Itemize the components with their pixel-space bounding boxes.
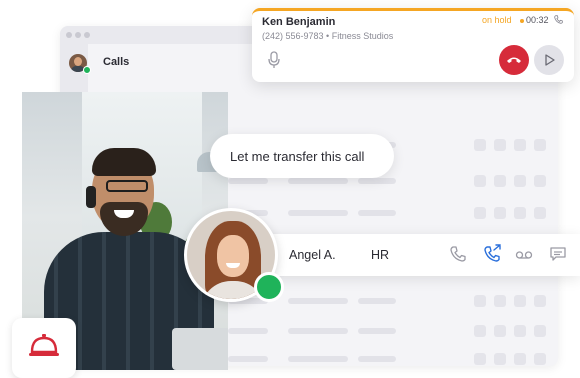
- message-icon[interactable]: [548, 244, 568, 264]
- hangup-button[interactable]: [499, 45, 529, 75]
- list-item[interactable]: [228, 352, 558, 366]
- phone-icon[interactable]: [448, 244, 468, 264]
- list-item[interactable]: [220, 324, 558, 338]
- contact-online-status: [254, 272, 284, 302]
- status-separator-dot: [520, 19, 524, 23]
- window-control-dot[interactable]: [66, 32, 72, 38]
- phone-icon: [554, 15, 563, 24]
- contact-department: HR: [371, 248, 390, 262]
- window-control-dot[interactable]: [75, 32, 81, 38]
- microphone-icon[interactable]: [267, 51, 281, 69]
- call-timer: 00:32: [526, 15, 549, 25]
- contact-name: Angel A.: [289, 248, 336, 262]
- voicemail-icon[interactable]: [514, 244, 534, 264]
- window-control-dot[interactable]: [84, 32, 90, 38]
- caller-name: Ken Benjamin: [262, 16, 336, 28]
- concierge-bell-icon: [29, 334, 59, 356]
- play-icon: [545, 54, 555, 66]
- call-status: on hold: [482, 15, 512, 25]
- hangup-icon: [507, 57, 521, 63]
- concierge-bell-card: [12, 318, 76, 378]
- transfer-call-icon[interactable]: [482, 244, 502, 264]
- chat-bubble-text: Let me transfer this call: [230, 149, 365, 164]
- list-item[interactable]: [220, 206, 558, 220]
- resume-call-button[interactable]: [534, 45, 564, 75]
- page-title: Calls: [103, 56, 130, 68]
- caller-details: (242) 556-9783 • Fitness Studios: [262, 31, 394, 41]
- online-status-dot: [83, 66, 91, 74]
